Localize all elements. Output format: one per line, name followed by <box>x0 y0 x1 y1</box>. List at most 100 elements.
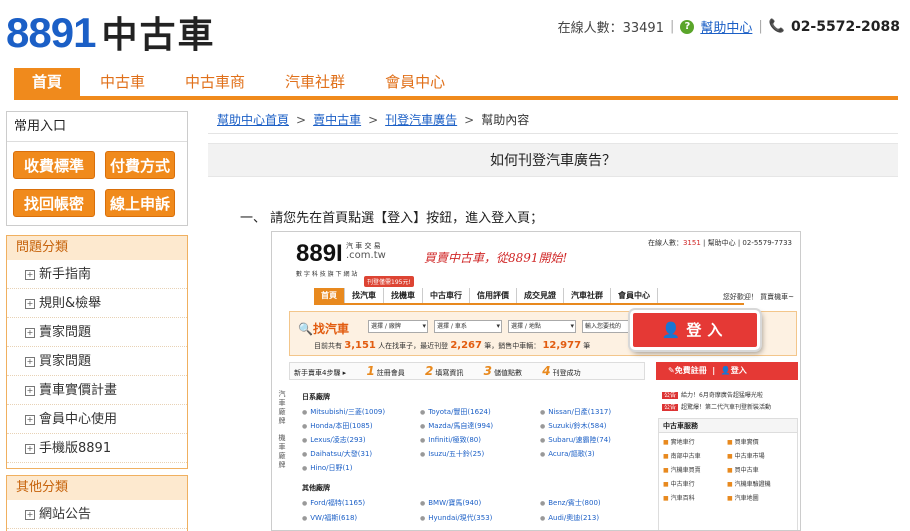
shot-price-badge: 刊登僅需195元! <box>364 276 414 287</box>
shot-nav-item: 汽車社群 <box>564 288 611 303</box>
shot-service-item: 汽機車驗證機 <box>727 479 791 488</box>
shot-brand: Daihatsu/大發(31) <box>302 449 372 459</box>
header-info: 在線人數：33491 | ? 幫助中心 | 📞 02-5572-2088 <box>557 17 900 37</box>
shot-brand: Suzuki/鈴木(584) <box>540 421 606 431</box>
online-complaint-button[interactable]: 線上申訴 <box>105 189 175 217</box>
shot-service-item: 汽車百科 <box>663 493 727 502</box>
main-nav: 首頁 中古車 中古車商 汽車社群 會員中心 <box>14 68 898 100</box>
shot-brand: Toyota/豐田(1624) <box>420 407 490 417</box>
category-label: 賣車實價計畫 <box>39 383 118 398</box>
shot-brand: Mitsubishi/三菱(1009) <box>302 407 385 417</box>
breadcrumb-separator: > <box>368 113 379 127</box>
help-center-link[interactable]: 幫助中心 <box>700 17 752 36</box>
category-item[interactable]: + 賣車實價計畫 <box>7 376 187 405</box>
payment-method-button[interactable]: 付費方式 <box>105 151 175 179</box>
expand-icon: + <box>25 356 35 367</box>
category-title: 問題分類 <box>7 236 187 260</box>
shot-used-title: 中古車服務 <box>659 419 797 433</box>
shot-service-item: 買車實價 <box>727 437 791 446</box>
category-item[interactable]: + 賣家問題 <box>7 318 187 347</box>
logo-number: 8891 <box>6 9 96 56</box>
shot-step: 填寫資訊 <box>435 369 464 377</box>
category-label: 規則&檢舉 <box>39 296 102 311</box>
shot-location-select: 選擇 / 地點 <box>508 320 576 333</box>
shot-used-car-services: 中古車服務 實地車行 買車實價 南部中古車 中古車市場 汽機車買賣 買中古車 中… <box>658 418 798 530</box>
category-label: 網站公告 <box>39 507 92 522</box>
category-item[interactable]: + 新手指南 <box>7 260 187 289</box>
breadcrumb-post-ad[interactable]: 刊登汽車廣告 <box>385 113 457 127</box>
shot-search-label: 🔍找汽車 <box>298 322 349 336</box>
shot-nav-item: 信用評價 <box>470 288 517 303</box>
instruction-screenshot: 889I 汽 車 交 易 .com.tw 數 字 科 技 旗 下 網 站 刊登僅… <box>271 231 801 531</box>
shot-brand: Infiniti/極致(80) <box>420 435 481 445</box>
shot-brand: Hyundai/現代(353) <box>420 513 492 523</box>
online-count: 在線人數：33491 <box>557 21 664 36</box>
other-category-box: 其他分類 + 網站公告 <box>6 475 188 531</box>
expand-icon: + <box>25 509 35 520</box>
shot-brand: Nissan/日產(1317) <box>540 407 611 417</box>
expand-icon: + <box>25 414 35 425</box>
shot-brand: VW/福斯(618) <box>302 513 357 523</box>
separator: | <box>758 19 763 34</box>
shot-phone: 02-5579-7733 <box>742 239 792 247</box>
expand-icon: + <box>25 269 35 280</box>
category-item[interactable]: + 買家問題 <box>7 347 187 376</box>
shot-logo: 889I <box>296 240 343 267</box>
shot-service-item: 南部中古車 <box>663 451 727 460</box>
nav-used-cars[interactable]: 中古車 <box>80 68 165 96</box>
nav-dealers[interactable]: 中古車商 <box>165 68 265 96</box>
shot-login-highlight: 👤登入 <box>630 310 760 350</box>
quick-access-box: 常用入口 收費標準 付費方式 找回帳密 線上申訴 <box>6 111 188 226</box>
nav-member[interactable]: 會員中心 <box>365 68 465 96</box>
shot-brand: Lexus/凌志(293) <box>302 435 365 445</box>
shot-brand: Audi/奧迪(213) <box>540 513 599 523</box>
shot-brand: Honda/本田(1085) <box>302 421 372 431</box>
recover-account-button[interactable]: 找回帳密 <box>13 189 95 217</box>
breadcrumb-sell-car[interactable]: 賣中古車 <box>313 113 361 127</box>
separator: | <box>669 19 675 34</box>
category-box: 問題分類 + 新手指南 + 規則&檢舉 + 賣家問題 + 買家問題 + 賣車實價計畫 + 會… <box>6 235 188 469</box>
divider <box>208 133 898 134</box>
shot-nav-item: 會員中心 <box>611 288 658 303</box>
shot-other-title: 其他廠牌 <box>302 484 330 492</box>
page-title: 如何刊登汽車廣告？ <box>208 143 898 177</box>
category-label: 買家問題 <box>39 354 92 369</box>
category-item[interactable]: + 網站公告 <box>7 500 187 529</box>
site-logo[interactable]: 8891 中古車 <box>6 6 215 58</box>
shot-brand: Benz/賓士(800) <box>540 498 600 508</box>
shot-nav: 首頁 找汽車 找機車 中古車行 信用評價 成交見證 汽車社群 會員中心 <box>314 288 744 305</box>
shot-service-item: 買中古車 <box>727 465 791 474</box>
shot-logo-tagline: 數 字 科 技 旗 下 網 站 <box>296 271 358 278</box>
shot-step: 儲值點數 <box>493 369 522 377</box>
shot-slogan: 買賣中古車，從8891開始! <box>424 251 568 265</box>
nav-home[interactable]: 首頁 <box>14 68 81 96</box>
category-label: 新手指南 <box>39 267 92 282</box>
breadcrumb-separator: > <box>296 113 307 127</box>
expand-icon: + <box>25 327 35 338</box>
shot-brand: Mazda/馬自達(994) <box>420 421 493 431</box>
other-category-title: 其他分類 <box>7 476 187 500</box>
shot-logo-sub: 汽 車 交 易 .com.tw <box>346 242 386 261</box>
shot-nav-item: 找汽車 <box>345 288 384 303</box>
shot-steps-label: 新手賣車4步驟 ▸ <box>294 369 347 377</box>
shot-nav-item: 找機車 <box>384 288 423 303</box>
shot-online-label: 在線人數： <box>647 239 683 247</box>
shot-brand: Hino/日野(1) <box>302 463 352 473</box>
category-item[interactable]: + 規則&檢舉 <box>7 289 187 318</box>
category-item[interactable]: + 會員中心使用 <box>7 405 187 434</box>
fee-standard-button[interactable]: 收費標準 <box>13 151 95 179</box>
shot-moto-brand-tab: 機車廠牌 <box>278 434 286 469</box>
shot-ad-line: 公告 超驚爆！第二代汽車刊登新裝活動 <box>662 404 772 411</box>
shot-steps-bar: 新手賣車4步驟 ▸ 1 註冊會員 2 填寫資訊 3 儲值點數 4 刊登成功 <box>289 362 645 380</box>
shot-japan-title: 日系廠牌 <box>302 393 330 401</box>
breadcrumb-help-home[interactable]: 幫助中心首頁 <box>217 113 289 127</box>
shot-nav-item: 首頁 <box>314 288 345 303</box>
category-item[interactable]: + 手機版8891 <box>7 434 187 463</box>
shot-brand: Acura/謳歌(3) <box>540 449 594 459</box>
category-label: 賣家問題 <box>39 325 92 340</box>
shot-brand-select: 選擇 / 廠牌 <box>368 320 428 333</box>
nav-community[interactable]: 汽車社群 <box>265 68 365 96</box>
shot-car-brand-tab: 汽車廠牌 <box>278 390 286 425</box>
shot-brand: Ford/福特(1165) <box>302 498 365 508</box>
shot-service-item: 中古車行 <box>663 479 727 488</box>
